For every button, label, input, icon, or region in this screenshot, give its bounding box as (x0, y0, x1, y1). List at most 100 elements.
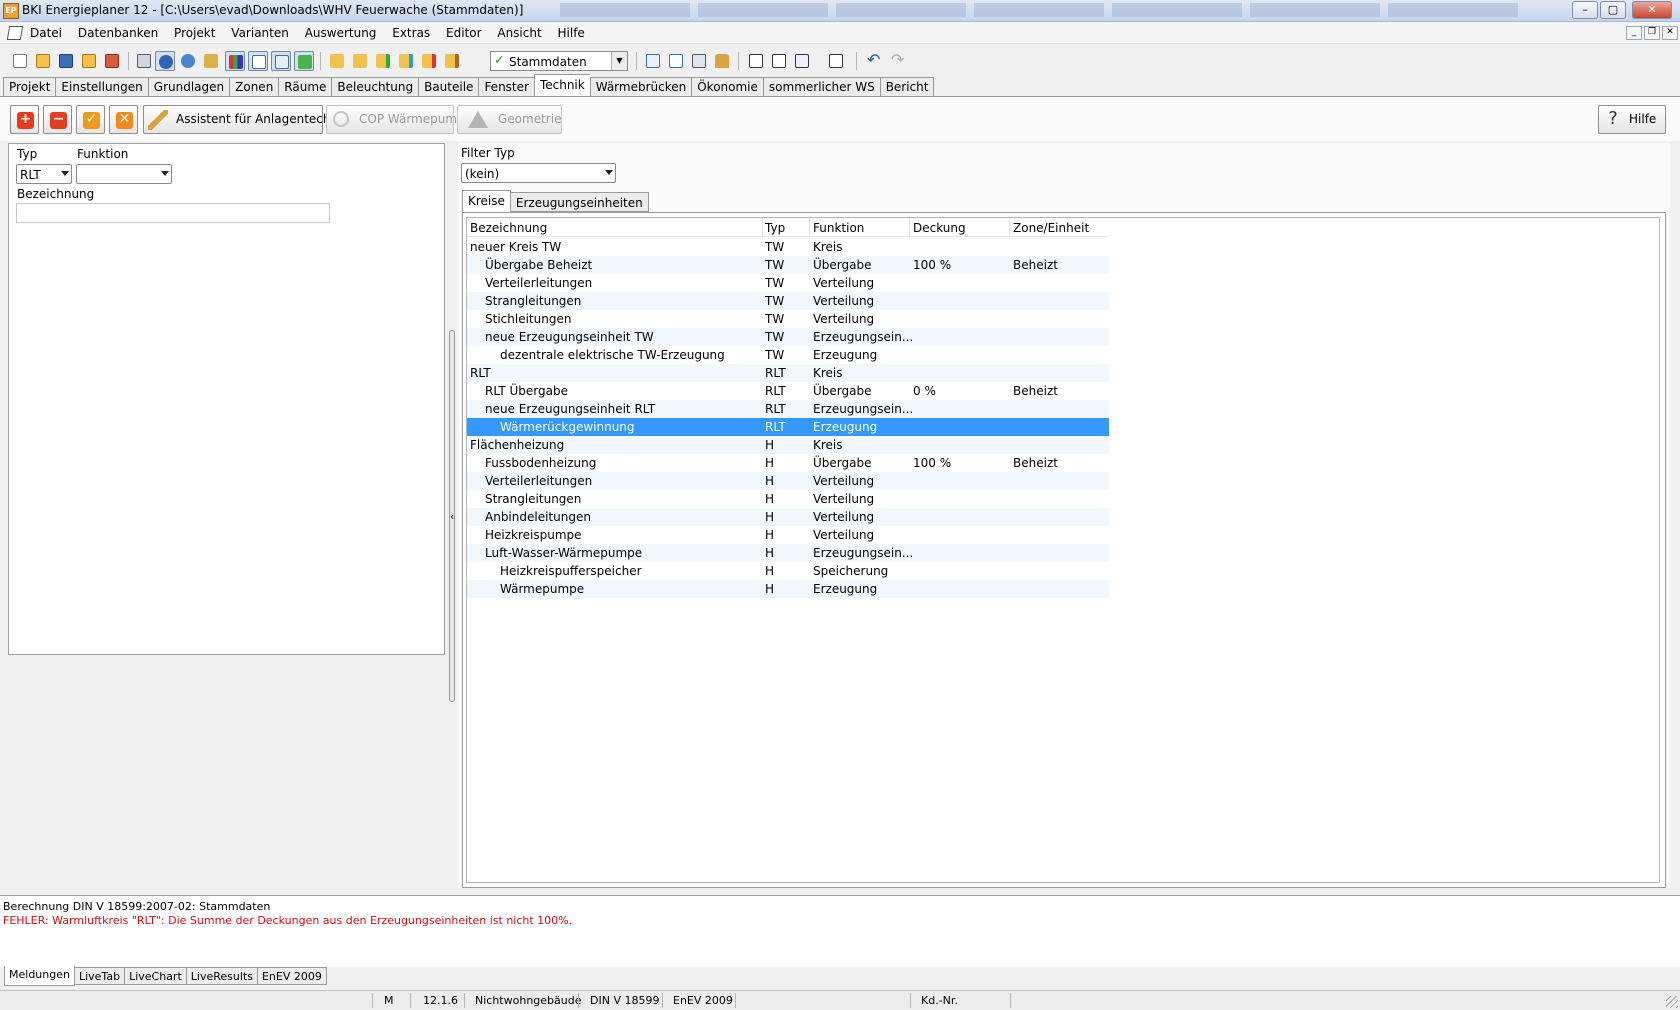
column-bezeichnung[interactable]: Bezeichnung (470, 221, 547, 235)
menu-datei[interactable]: Datei (30, 26, 62, 40)
funktion-select[interactable] (76, 164, 172, 184)
building-icon[interactable] (712, 51, 732, 71)
menu-extras[interactable]: Extras (392, 26, 430, 40)
tab-livechart[interactable]: LiveChart (124, 967, 187, 985)
confirm-button[interactable]: ✓ (76, 105, 105, 134)
menu-varianten[interactable]: Varianten (231, 26, 289, 40)
table-view-icon[interactable] (248, 51, 268, 71)
cancel-button[interactable]: ✕ (109, 105, 138, 134)
table-row[interactable]: dezentrale elektrische TW-Erzeugung TW Erz… (467, 346, 1109, 364)
export-icon[interactable] (102, 51, 122, 71)
menu-auswertung[interactable]: Auswertung (305, 26, 377, 40)
variant-add-icon[interactable] (373, 51, 393, 71)
minimize-button[interactable]: – (1572, 1, 1598, 19)
undo-icon[interactable]: ↶ (864, 51, 884, 71)
table-row[interactable]: Wärmerückgewinnung RLT Erzeugung (467, 418, 1109, 436)
table-row[interactable]: Übergabe Beheizt TW Übergabe 100 % Beheizt (467, 256, 1109, 274)
help-button[interactable]: ? Hilfe (1598, 105, 1666, 134)
table-row[interactable]: neue Erzeugungseinheit RLT RLT Erzeugungse… (467, 400, 1109, 418)
table-row[interactable]: RLT RLT Kreis (467, 364, 1109, 382)
tab-erzeugungseinheiten[interactable]: Erzeugungseinheiten (509, 192, 649, 212)
table-row[interactable]: Heizkreispufferspeicher H Speicherung (467, 562, 1109, 580)
filter-type-select[interactable]: (kein) (461, 163, 616, 183)
table-row[interactable]: Fussbodenheizung H Übergabe 100 % Beheizt (467, 454, 1109, 472)
document-icon[interactable] (6, 26, 24, 40)
table-row[interactable]: Flächenheizung H Kreis (467, 436, 1109, 454)
remove-button[interactable]: − (43, 105, 72, 134)
layout-horizontal-icon[interactable] (746, 51, 766, 71)
variant-delete-icon[interactable] (419, 51, 439, 71)
calculator-icon[interactable] (134, 51, 154, 71)
add-button[interactable]: + (10, 105, 39, 134)
table-row[interactable]: RLT Übergabe RLT Übergabe 0 % Beheizt (467, 382, 1109, 400)
typ-select[interactable]: RLT (16, 164, 72, 184)
cop-heatpump-button[interactable]: COP Wärmepumpe (326, 105, 472, 134)
chart-view-icon[interactable] (225, 51, 245, 71)
column-funktion[interactable]: Funktion (813, 221, 864, 235)
tab-liveresults[interactable]: LiveResults (185, 967, 258, 985)
assistant-button[interactable]: Assistent für Anlagentechnik (143, 105, 348, 134)
tab-sommerlicher-ws[interactable]: sommerlicher WS (762, 77, 880, 97)
tab-bauteile[interactable]: Bauteile (418, 77, 479, 97)
variant-select[interactable]: ✓ Stammdaten ▼ (490, 51, 628, 71)
check-run-icon[interactable] (294, 51, 314, 71)
column-deckung[interactable]: Deckung (913, 221, 966, 235)
chevron-down-icon[interactable]: ▼ (611, 52, 627, 70)
layout-split-icon[interactable] (769, 51, 789, 71)
menu-ansicht[interactable]: Ansicht (497, 26, 541, 40)
tab-zonen[interactable]: Zonen (229, 77, 279, 97)
tab-fenster[interactable]: Fenster (478, 77, 534, 97)
tab-technik[interactable]: Technik (533, 74, 590, 96)
tab-raeume[interactable]: Räume (278, 77, 332, 97)
tab-einstellungen[interactable]: Einstellungen (55, 77, 148, 97)
mdi-minimize-button[interactable]: _ (1626, 26, 1642, 40)
table-row[interactable]: Strangleitungen TW Verteilung (467, 292, 1109, 310)
save-icon[interactable] (56, 51, 76, 71)
tab-livetab[interactable]: LiveTab (73, 967, 126, 985)
tab-grundlagen[interactable]: Grundlagen (147, 77, 230, 97)
tab-meldungen[interactable]: Meldungen (4, 966, 75, 986)
help-context-icon[interactable] (155, 51, 175, 71)
tab-waermebruecken[interactable]: Wärmebrücken (589, 77, 692, 97)
open-folder-icon[interactable] (33, 51, 53, 71)
tab-enev-2009[interactable]: EnEV 2009 (256, 967, 327, 985)
tab-oekonomie[interactable]: Ökonomie (691, 77, 763, 97)
layout-grid-icon[interactable] (826, 51, 846, 71)
table-row[interactable]: Strangleitungen H Verteilung (467, 490, 1109, 508)
table-row[interactable]: Verteilerleitungen H Verteilung (467, 472, 1109, 490)
menu-datenbanken[interactable]: Datenbanken (78, 26, 158, 40)
table-row[interactable]: Wärmepumpe H Erzeugung (467, 580, 1109, 598)
bezeichnung-input[interactable] (16, 203, 330, 223)
collapse-arrow-icon[interactable]: ‹ (450, 510, 454, 523)
mdi-close-button[interactable]: ✕ (1662, 26, 1678, 40)
table-row[interactable]: neue Erzeugungseinheit TW TW Erzeugungsein… (467, 328, 1109, 346)
new-file-icon[interactable] (10, 51, 30, 71)
variant-lock-icon[interactable] (442, 51, 462, 71)
resize-grip[interactable] (1666, 996, 1678, 1008)
variant-new-icon[interactable] (327, 51, 347, 71)
close-button[interactable]: ✕ (1632, 1, 1672, 19)
menu-editor[interactable]: Editor (446, 26, 482, 40)
redo-icon[interactable]: ↷ (888, 51, 908, 71)
copy-icon[interactable] (643, 51, 663, 71)
menu-hilfe[interactable]: Hilfe (558, 26, 585, 40)
info-icon[interactable] (178, 51, 198, 71)
table-row[interactable]: Heizkreispumpe H Verteilung (467, 526, 1109, 544)
menu-projekt[interactable]: Projekt (174, 26, 215, 40)
maximize-button[interactable]: ▢ (1600, 1, 1626, 19)
grid-view-icon[interactable] (271, 51, 291, 71)
tab-bericht[interactable]: Bericht (879, 77, 935, 97)
blank-page-icon[interactable] (666, 51, 686, 71)
variant-copy-icon[interactable] (350, 51, 370, 71)
tab-projekt[interactable]: Projekt (3, 77, 56, 97)
layout-cascade-icon[interactable] (792, 51, 812, 71)
table-row[interactable]: Stichleitungen TW Verteilung (467, 310, 1109, 328)
variant-compare-icon[interactable] (396, 51, 416, 71)
table-row[interactable]: Anbindeleitungen H Verteilung (467, 508, 1109, 526)
tab-beleuchtung[interactable]: Beleuchtung (331, 77, 419, 97)
settings-key-icon[interactable] (201, 51, 221, 71)
tab-kreise[interactable]: Kreise (462, 190, 511, 212)
table-row[interactable]: Luft-Wasser-Wärmepumpe H Erzeugungsein... (467, 544, 1109, 562)
preview-icon[interactable] (689, 51, 709, 71)
column-typ[interactable]: Typ (765, 221, 785, 235)
